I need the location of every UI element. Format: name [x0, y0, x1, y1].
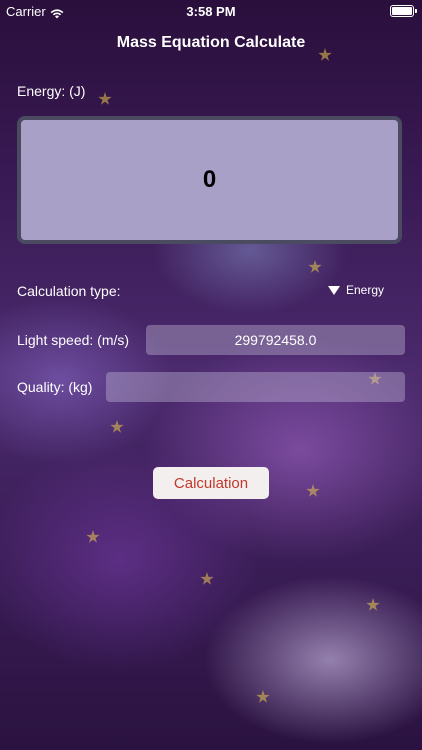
calculation-button[interactable]: Calculation	[153, 467, 269, 499]
battery-icon	[390, 5, 417, 17]
star-decoration	[366, 598, 380, 611]
star-decoration	[306, 484, 320, 497]
calculation-type-label: Calculation type:	[17, 283, 121, 299]
page-title: Mass Equation Calculate	[116, 34, 306, 51]
calculation-type-value: Energy	[345, 283, 384, 297]
status-bar: Carrier 3:58 PM	[0, 0, 422, 22]
star-decoration	[98, 92, 112, 105]
star-decoration	[200, 572, 214, 585]
energy-result-display: 0	[17, 116, 402, 244]
calculation-type-dropdown[interactable]: Energy	[327, 283, 384, 297]
status-time: 3:58 PM	[186, 4, 236, 19]
energy-result-value: 0	[202, 166, 217, 193]
light-speed-input[interactable]	[146, 325, 405, 355]
star-decoration	[256, 690, 270, 703]
light-speed-label: Light speed: (m/s)	[17, 332, 130, 348]
star-decoration	[308, 260, 322, 273]
energy-label: Energy: (J)	[17, 83, 86, 99]
quality-label: Quality: (kg)	[17, 379, 93, 395]
quality-input[interactable]	[106, 372, 405, 402]
star-decoration	[86, 530, 100, 543]
dropdown-triangle-icon	[327, 285, 340, 295]
star-decoration	[110, 420, 124, 433]
